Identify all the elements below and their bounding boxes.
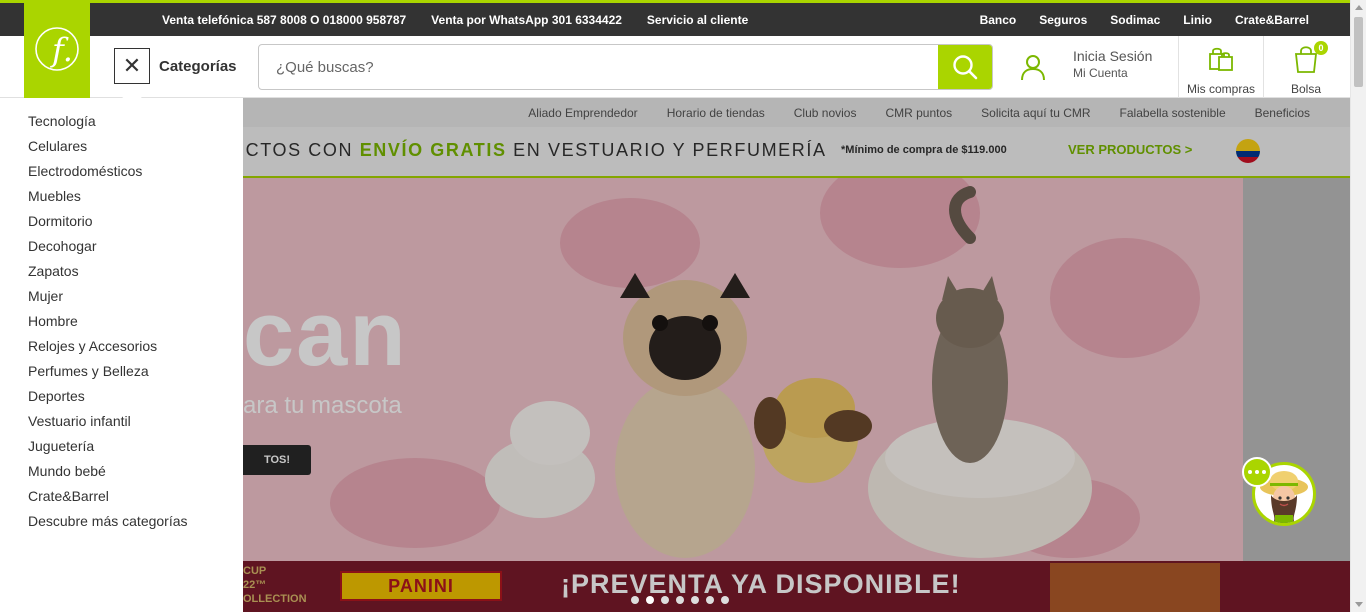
category-item[interactable]: Hombre (0, 311, 243, 336)
carousel-dot-active[interactable] (646, 596, 654, 604)
categories-list: Tecnología Celulares Electrodomésticos M… (0, 111, 243, 536)
category-item[interactable]: Dormitorio (0, 211, 243, 236)
category-item[interactable]: Juguetería (0, 436, 243, 461)
user-icon[interactable] (1019, 53, 1047, 81)
carousel-dots (631, 596, 729, 604)
shopping-bags-icon (1209, 47, 1233, 71)
login-title: Inicia Sesión (1073, 48, 1153, 64)
bag-button[interactable]: 0 Bolsa (1270, 41, 1342, 96)
category-item[interactable]: Decohogar (0, 236, 243, 261)
categories-label[interactable]: Categorías (159, 58, 237, 75)
linio-link[interactable]: Linio (1183, 13, 1212, 27)
scroll-down-arrow-icon[interactable] (1355, 602, 1363, 607)
category-item[interactable]: Crate&Barrel (0, 486, 243, 511)
category-item[interactable]: Mundo bebé (0, 461, 243, 486)
bag-count-badge: 0 (1314, 41, 1328, 55)
category-item[interactable]: Electrodomésticos (0, 161, 243, 186)
page-scrollbar[interactable] (1350, 0, 1366, 612)
carousel-dot[interactable] (661, 596, 669, 604)
sodimac-link[interactable]: Sodimac (1110, 13, 1160, 27)
my-purchases-button[interactable]: Mis compras (1180, 44, 1262, 96)
top-left-links: Venta telefónica 587 8008 O 018000 95878… (162, 3, 748, 36)
category-item[interactable]: Muebles (0, 186, 243, 211)
category-item[interactable]: Zapatos (0, 261, 243, 286)
search-icon (953, 55, 978, 80)
category-item[interactable]: Mujer (0, 286, 243, 311)
svg-text:f.: f. (50, 31, 73, 69)
main-header: ✕ Categorías Inicia Sesión Mi Cuenta Mis… (0, 36, 1350, 99)
category-item[interactable]: Vestuario infantil (0, 411, 243, 436)
banco-link[interactable]: Banco (980, 13, 1017, 27)
categories-caret (121, 89, 143, 99)
chat-bubble-icon[interactable] (1242, 457, 1272, 487)
scroll-up-arrow-icon[interactable] (1355, 5, 1363, 10)
carousel-dot[interactable] (721, 596, 729, 604)
carousel-dot[interactable] (706, 596, 714, 604)
top-info-bar: Venta telefónica 587 8008 O 018000 95878… (0, 3, 1350, 36)
top-right-links: Banco Seguros Sodimac Linio Crate&Barrel (980, 3, 1309, 36)
login-link[interactable]: Inicia Sesión Mi Cuenta (1073, 48, 1152, 80)
category-item[interactable]: Relojes y Accesorios (0, 336, 243, 361)
category-item[interactable]: Perfumes y Belleza (0, 361, 243, 386)
customer-service-link[interactable]: Servicio al cliente (647, 13, 748, 27)
category-item-more[interactable]: Descubre más categorías (0, 511, 243, 536)
category-item[interactable]: Celulares (0, 136, 243, 161)
scrollbar-thumb[interactable] (1354, 17, 1363, 87)
login-subtitle: Mi Cuenta (1073, 66, 1128, 80)
category-item[interactable]: Tecnología (0, 111, 243, 136)
header-divider (1178, 36, 1179, 98)
header-divider (1263, 36, 1264, 98)
bag-label: Bolsa (1290, 82, 1322, 96)
crate-barrel-link[interactable]: Crate&Barrel (1235, 13, 1309, 27)
phone-sales-link[interactable]: Venta telefónica 587 8008 O 018000 95878… (162, 13, 406, 27)
carousel-dot[interactable] (631, 596, 639, 604)
search-input[interactable] (259, 45, 940, 89)
falabella-logo-mark: f. (35, 26, 79, 71)
falabella-logo[interactable]: f. (24, 3, 90, 98)
bag-icon-wrap: 0 (1292, 41, 1328, 79)
my-purchases-label: Mis compras (1186, 82, 1255, 96)
search-bar (258, 44, 993, 90)
category-item[interactable]: Deportes (0, 386, 243, 411)
whatsapp-sales-link[interactable]: Venta por WhatsApp 301 6334422 (431, 13, 622, 27)
categories-close-button[interactable]: ✕ (114, 48, 150, 84)
carousel-dot[interactable] (691, 596, 699, 604)
seguros-link[interactable]: Seguros (1039, 13, 1087, 27)
search-button[interactable] (938, 45, 992, 89)
carousel-dot[interactable] (676, 596, 684, 604)
categories-panel: Tecnología Celulares Electrodomésticos M… (0, 98, 243, 612)
